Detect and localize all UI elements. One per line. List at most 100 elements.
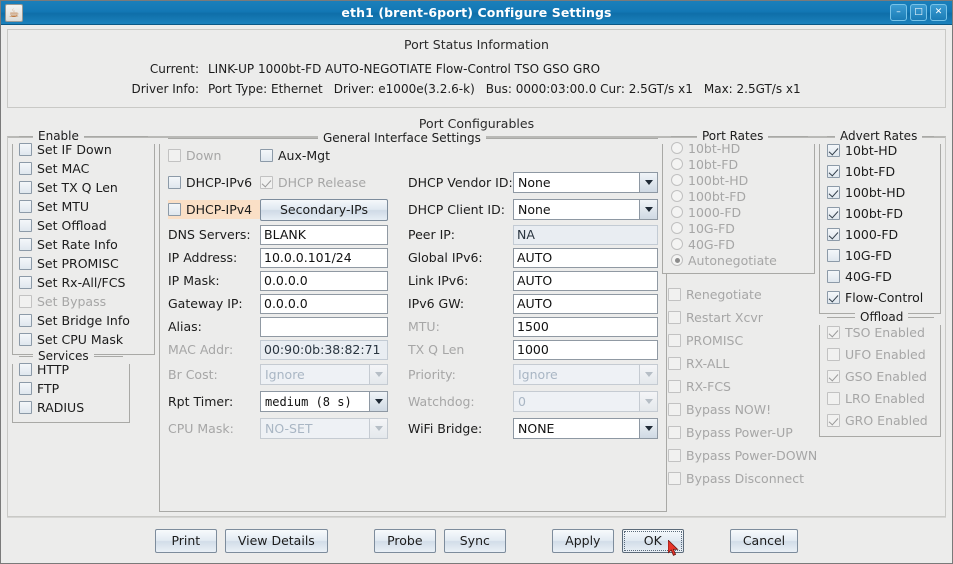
dhcp-vendor-id-select[interactable]: None: [513, 172, 658, 193]
checkbox-icon[interactable]: [168, 203, 181, 216]
checkbox-icon[interactable]: [260, 149, 273, 162]
checkbox-icon[interactable]: [19, 162, 32, 175]
checkbox-icon[interactable]: [19, 238, 32, 251]
chevron-down-icon[interactable]: [369, 392, 387, 411]
view-details-button[interactable]: View Details: [224, 528, 328, 553]
checkbox-icon[interactable]: [19, 363, 32, 376]
enable-item-set-bridge-info[interactable]: Set Bridge Info: [19, 311, 148, 330]
advert-rate-10bt-fd[interactable]: 10bt-FD: [827, 161, 934, 182]
enable-item-set-offload[interactable]: Set Offload: [19, 216, 148, 235]
cancel-button[interactable]: Cancel: [729, 528, 799, 553]
dhcp-client-id-select[interactable]: None: [513, 199, 658, 220]
mtu-input[interactable]: 1500: [513, 316, 658, 337]
alias-input[interactable]: [260, 316, 388, 337]
enable-item-set-tx-q-len[interactable]: Set TX Q Len: [19, 178, 148, 197]
offload-gro: GRO Enabled: [827, 409, 934, 431]
sync-button[interactable]: Sync: [443, 528, 506, 553]
left-column: Enable Set IF Down Set MAC Set TX Q Len …: [12, 128, 155, 512]
checkbox-icon[interactable]: [827, 249, 840, 262]
checkbox-icon[interactable]: [827, 270, 840, 283]
link-ipv6-input[interactable]: AUTO: [513, 270, 658, 291]
checkbox-dhcp-ipv4[interactable]: DHCP-IPv4: [168, 200, 260, 219]
advert-rate-10g-fd[interactable]: 10G-FD: [827, 245, 934, 266]
enable-item-set-if-down[interactable]: Set IF Down: [19, 140, 148, 159]
enable-item-set-mtu[interactable]: Set MTU: [19, 197, 148, 216]
chevron-down-icon[interactable]: [639, 419, 657, 438]
gateway-ip-input[interactable]: 0.0.0.0: [260, 293, 388, 314]
advert-rate-10bt-hd[interactable]: 10bt-HD: [827, 140, 934, 161]
ip-mask-input[interactable]: 0.0.0.0: [260, 270, 388, 291]
apply-button[interactable]: Apply: [551, 528, 614, 553]
enable-item-set-mac[interactable]: Set MAC: [19, 159, 148, 178]
label: RX-ALL: [686, 356, 730, 371]
checkbox-icon[interactable]: [19, 200, 32, 213]
label: 10bt-HD: [688, 140, 741, 156]
checkbox-down: Down: [168, 146, 260, 165]
window-titlebar[interactable]: ☕ eth1 (brent-6port) Configure Settings …: [1, 1, 952, 25]
minimize-icon[interactable]: –: [890, 4, 907, 21]
ok-button[interactable]: OK: [621, 528, 684, 553]
enable-item-set-rx-all-fcs[interactable]: Set Rx-All/FCS: [19, 273, 148, 292]
tx-q-len-input[interactable]: 1000: [513, 339, 658, 360]
checkbox-icon: [668, 472, 681, 485]
checkbox-icon[interactable]: [19, 181, 32, 194]
probe-button[interactable]: Probe: [373, 528, 436, 553]
label: GRO Enabled: [845, 412, 928, 428]
offload-ufo: UFO Enabled: [827, 343, 934, 365]
peer-ip-value: NA: [513, 224, 658, 245]
row-alias-mtu: Alias: MTU: 1500: [168, 315, 658, 338]
wifi-bridge-select[interactable]: NONE: [513, 418, 658, 439]
label: 10bt-FD: [845, 164, 896, 179]
checkbox-icon: [668, 311, 681, 324]
checkbox-icon[interactable]: [19, 333, 32, 346]
advert-rate-100bt-hd[interactable]: 100bt-HD: [827, 182, 934, 203]
checkbox-icon[interactable]: [19, 276, 32, 289]
enable-item-set-cpu-mask[interactable]: Set CPU Mask: [19, 330, 148, 349]
enable-item-set-rate-info[interactable]: Set Rate Info: [19, 235, 148, 254]
advert-rate-40g-fd[interactable]: 40G-FD: [827, 266, 934, 287]
radio-icon: [671, 142, 683, 154]
secondary-ips-button[interactable]: Secondary-IPs: [260, 198, 388, 221]
checkbox-icon[interactable]: [19, 257, 32, 270]
maximize-icon[interactable]: □: [910, 4, 927, 21]
checkbox-icon[interactable]: [19, 219, 32, 232]
rpt-timer-select[interactable]: medium (8 s): [260, 391, 388, 412]
checkbox-icon[interactable]: [827, 291, 840, 304]
close-icon[interactable]: ✕: [930, 4, 947, 21]
services-item-ftp[interactable]: FTP: [19, 379, 123, 398]
checkbox-aux-mgt[interactable]: Aux-Mgt: [260, 146, 330, 165]
print-button[interactable]: Print: [154, 528, 217, 553]
ip-address-input[interactable]: 10.0.0.101/24: [260, 247, 388, 268]
checkbox-icon[interactable]: [827, 207, 840, 220]
enable-item-set-promisc[interactable]: Set PROMISC: [19, 254, 148, 273]
checkbox-icon[interactable]: [19, 143, 32, 156]
services-item-http[interactable]: HTTP: [19, 360, 123, 379]
advert-rate-1000-fd[interactable]: 1000-FD: [827, 224, 934, 245]
services-item-radius[interactable]: RADIUS: [19, 398, 123, 417]
checkbox-icon[interactable]: [827, 144, 840, 157]
services-checkbox-list: HTTP FTP RADIUS: [19, 360, 123, 417]
advert-rate-100bt-fd[interactable]: 100bt-FD: [827, 203, 934, 224]
chevron-down-icon[interactable]: [639, 173, 657, 192]
label: 10G-FD: [845, 248, 892, 263]
global-ipv6-input[interactable]: AUTO: [513, 247, 658, 268]
checkbox-icon[interactable]: [168, 176, 181, 189]
misc-restart-xcvr: Restart Xcvr: [668, 306, 811, 329]
checkbox-icon[interactable]: [827, 228, 840, 241]
checkbox-icon[interactable]: [827, 186, 840, 199]
checkbox-icon[interactable]: [19, 382, 32, 395]
label: HTTP: [37, 362, 69, 377]
checkbox-icon[interactable]: [19, 314, 32, 327]
checkbox-icon[interactable]: [827, 165, 840, 178]
checkbox-icon: [260, 176, 273, 189]
row-ip-global: IP Address: 10.0.0.101/24 Global IPv6: A…: [168, 246, 658, 269]
checkbox-icon[interactable]: [19, 401, 32, 414]
checkbox-dhcp-ipv6[interactable]: DHCP-IPv6: [168, 173, 260, 192]
dns-servers-input[interactable]: BLANK: [260, 224, 388, 245]
chevron-down-icon[interactable]: [639, 200, 657, 219]
ipv6-gw-input[interactable]: AUTO: [513, 293, 658, 314]
label: Set PROMISC: [37, 256, 119, 271]
advert-rate-flow-control[interactable]: Flow-Control: [827, 287, 934, 308]
driver-max: Max: 2.5GT/s x1: [703, 82, 801, 96]
misc-actions-list: Renegotiate Restart Xcvr PROMISC RX-ALL …: [662, 274, 817, 490]
